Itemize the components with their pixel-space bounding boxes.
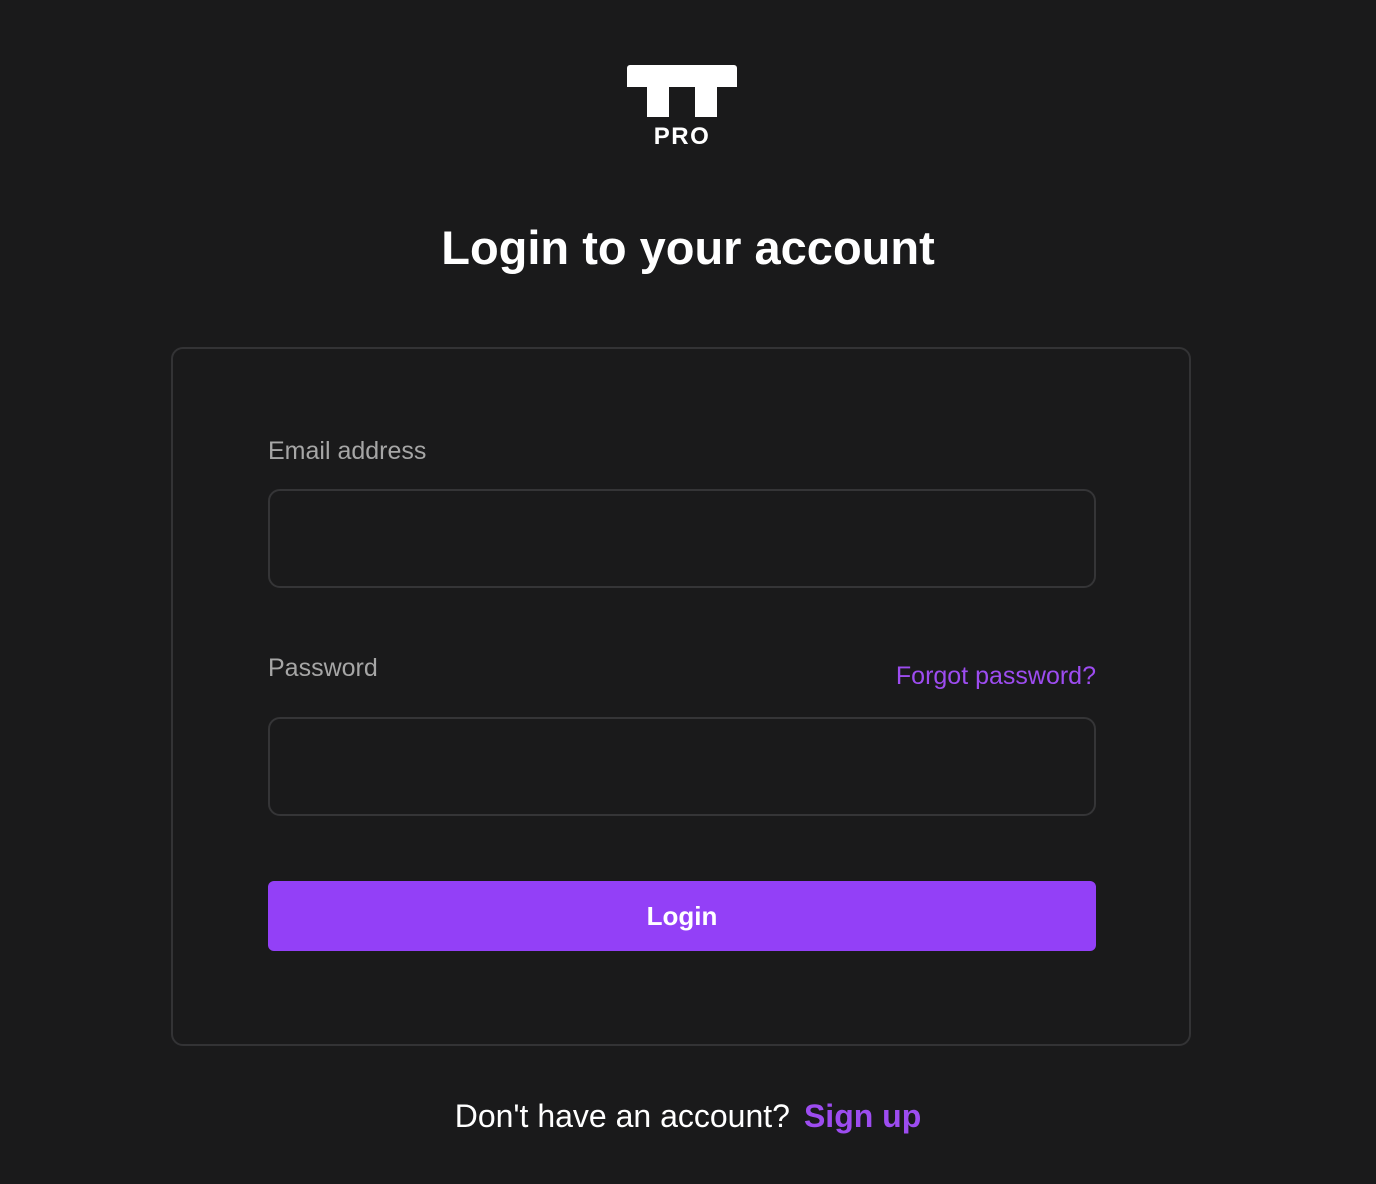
email-label: Email address <box>268 437 427 465</box>
tt-logo-icon <box>627 65 737 117</box>
signup-link[interactable]: Sign up <box>804 1098 921 1134</box>
brand-logo: PRO <box>627 65 737 150</box>
logo-pro-text: PRO <box>653 123 711 150</box>
login-button[interactable]: Login <box>268 881 1096 951</box>
signup-row: Don't have an account? Sign up <box>0 1096 1376 1136</box>
forgot-password-link[interactable]: Forgot password? <box>896 661 1096 691</box>
signup-prompt: Don't have an account? <box>454 1098 790 1134</box>
email-field[interactable] <box>268 489 1096 588</box>
password-field[interactable] <box>268 717 1096 816</box>
password-label: Password <box>268 654 378 682</box>
page-title: Login to your account <box>441 221 935 274</box>
login-page: PRO Login to your account Email address … <box>0 0 1376 1184</box>
